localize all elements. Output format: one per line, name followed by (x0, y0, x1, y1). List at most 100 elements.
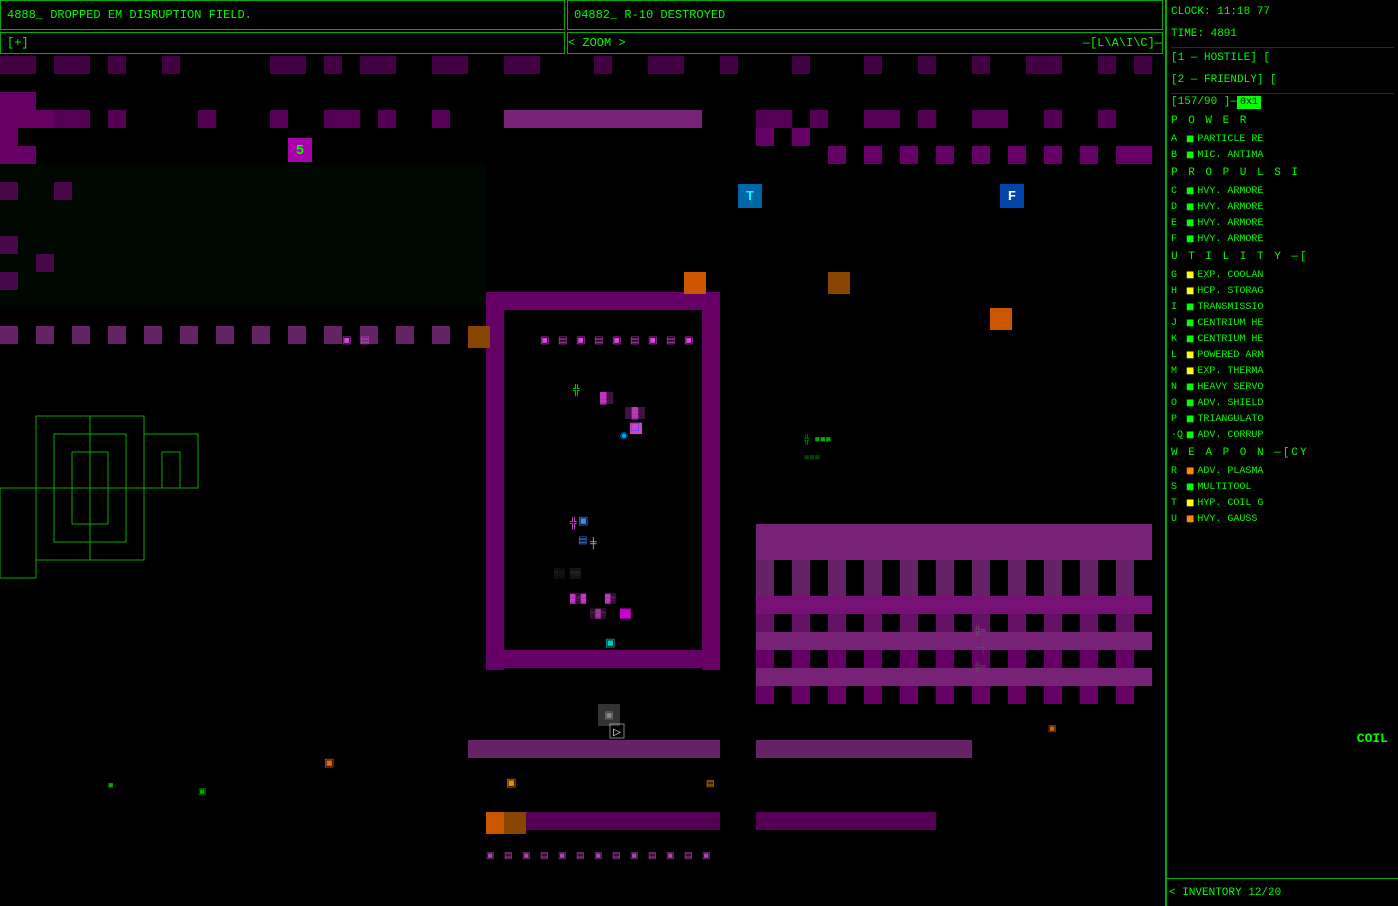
utility-item-q: ·Q ■ ADV. CORRUP (1171, 428, 1394, 444)
svg-text:▣: ▣ (486, 851, 495, 861)
propulsion-header: P R O P U L S I (1171, 164, 1394, 184)
game-area: 5 T F ▓▒ ▒▓▒ ██ ☐ (0, 0, 1165, 906)
propulsion-item-e: E ■ HVY. ARMORE (1171, 216, 1394, 232)
svg-text:╬ ■■■: ╬ ■■■ (803, 434, 831, 445)
propulsion-item-d: D ■ HVY. ARMORE (1171, 200, 1394, 216)
svg-text:▣: ▣ (578, 516, 588, 528)
utility-item-p: P ■ TRIANGULATO (1171, 412, 1394, 428)
utility-item-n: N ■ HEAVY SERVO (1171, 380, 1394, 396)
svg-text:▣: ▣ (324, 758, 334, 770)
hp-bar: [157/90 ]—0x1 (1171, 96, 1394, 108)
utility-item-g: G ■ EXP. COOLAN (1171, 268, 1394, 284)
svg-text:▣: ▣ (198, 787, 207, 797)
svg-text:☐: ☐ (630, 422, 640, 435)
inventory-label: < INVENTORY 12/20 (1169, 887, 1281, 899)
utility-item-m: M ■ EXP. THERMA (1171, 364, 1394, 380)
svg-text:▣: ▣ (594, 851, 603, 861)
weapon-item-u: U ■ HVY. GAUSS (1171, 512, 1394, 528)
utility-item-i: I ■ TRANSMISSIO (1171, 300, 1394, 316)
right-message: 04882_ R-10 DESTROYED (574, 8, 725, 22)
left-message: 4888_ DROPPED EM DISRUPTION FIELD. (7, 8, 252, 22)
weapon-item-s: S ■ MULTITOOL (1171, 480, 1394, 496)
svg-text:▤: ▤ (504, 851, 513, 861)
svg-text:▣: ▣ (540, 336, 549, 347)
svg-text:▤: ▤ (630, 336, 639, 347)
svg-text:■■■: ■■■ (804, 453, 820, 463)
svg-text:▣: ▣ (342, 336, 351, 347)
add-label: [+] (7, 36, 29, 50)
propulsion-item-f: F ■ HVY. ARMORE (1171, 232, 1394, 248)
svg-text:▓▒: ▓▒ (600, 391, 614, 405)
svg-text:▤: ▤ (648, 851, 657, 861)
svg-text:5: 5 (296, 143, 304, 159)
svg-text:■: ■ (108, 781, 113, 791)
time-display: TIME: 4891 (1171, 26, 1394, 44)
svg-text:▒▓▒: ▒▓▒ (625, 406, 645, 420)
svg-text:F: F (1008, 189, 1016, 205)
svg-text:╬: ╬ (573, 383, 580, 397)
svg-text:▤: ▤ (540, 851, 549, 861)
faction-1: [1 — HOSTILE] [ (1171, 50, 1394, 68)
zoom-label: < ZOOM > (568, 36, 626, 50)
svg-text:▣: ▣ (702, 851, 711, 861)
power-item-a: A ■ PARTICLE RE (1171, 132, 1394, 148)
svg-text:▣: ▣ (506, 778, 516, 790)
game-map: 5 T F ▓▒ ▒▓▒ ██ ☐ (0, 56, 1163, 876)
power-item-b: B ■ MIC. ANTIMA (1171, 148, 1394, 164)
svg-text:▣: ▣ (1048, 724, 1057, 734)
svg-text:▣: ▣ (648, 336, 657, 347)
svg-text:▤: ▤ (360, 336, 369, 347)
coil-label: COIL (1357, 731, 1388, 746)
svg-text:▓▒: ▓▒ (605, 593, 616, 604)
svg-text:▣: ▣ (605, 638, 615, 650)
svg-text:◉: ◉ (620, 431, 628, 441)
svg-text:╬: ╬ (570, 516, 577, 530)
add-bar: [+] (0, 32, 565, 54)
divider-1 (1171, 47, 1394, 48)
svg-text:██: ██ (620, 608, 631, 619)
svg-text:▒▒: ▒▒ (570, 568, 581, 579)
svg-text:░░: ░░ (554, 568, 565, 579)
top-bar-right: 04882_ R-10 DESTROYED (567, 0, 1163, 30)
inventory-bar: < INVENTORY 12/20 (1165, 878, 1398, 906)
svg-text:▓▒▓: ▓▒▓ (570, 593, 587, 604)
zoom-right: —[L\A\I\C]— (1083, 36, 1162, 50)
power-header: P O W E R (1171, 112, 1394, 132)
utility-item-o: O ■ ADV. SHIELD (1171, 396, 1394, 412)
utility-item-l: L ■ POWERED ARM (1171, 348, 1394, 364)
sidebar: CLOCK: 11:18 77 TIME: 4891 [1 — HOSTILE]… (1165, 0, 1398, 906)
utility-item-k: K ■ CENTRIUM HE (1171, 332, 1394, 348)
svg-text:▤: ▤ (578, 536, 587, 547)
clock-display: CLOCK: 11:18 77 (1171, 4, 1394, 22)
svg-text:▤: ▤ (594, 336, 603, 347)
utility-header: U T I L I T Y —[ (1171, 248, 1394, 268)
svg-text:▤: ▤ (576, 851, 585, 861)
zoom-bar: < ZOOM > —[L\A\I\C]— (567, 32, 1163, 54)
svg-text:▣: ▣ (558, 851, 567, 861)
svg-text:▣: ▣ (612, 336, 621, 347)
svg-text:▣: ▣ (666, 851, 675, 861)
weapon-item-r: R ■ ADV. PLASMA (1171, 464, 1394, 480)
faction-2: [2 — FRIENDLY] [ (1171, 72, 1394, 90)
svg-text:▣: ▣ (576, 336, 585, 347)
top-bar-left: 4888_ DROPPED EM DISRUPTION FIELD. (0, 0, 565, 30)
svg-text:▤: ▤ (612, 851, 621, 861)
divider-2 (1171, 93, 1394, 94)
svg-text:▤: ▤ (684, 851, 693, 861)
svg-text:▒▓▒: ▒▓▒ (590, 608, 607, 619)
weapon-header: W E A P O N —[CY (1171, 444, 1394, 464)
svg-text:▣: ▣ (522, 851, 531, 861)
propulsion-item-c: C ■ HVY. ARMORE (1171, 184, 1394, 200)
svg-text:╬═: ╬═ (974, 661, 986, 672)
svg-text:▣: ▣ (604, 711, 613, 722)
svg-text:╪: ╪ (589, 536, 597, 550)
svg-text:▤: ▤ (666, 336, 675, 347)
svg-text:═╪: ═╪ (974, 643, 986, 654)
utility-item-j: J ■ CENTRIUM HE (1171, 316, 1394, 332)
svg-text:▣: ▣ (630, 851, 639, 861)
weapon-item-t: T ■ HYP. COIL G (1171, 496, 1394, 512)
svg-text:T: T (746, 189, 754, 205)
svg-text:▷: ▷ (613, 728, 621, 739)
svg-text:▤: ▤ (558, 336, 567, 347)
svg-text:▤: ▤ (706, 779, 715, 789)
